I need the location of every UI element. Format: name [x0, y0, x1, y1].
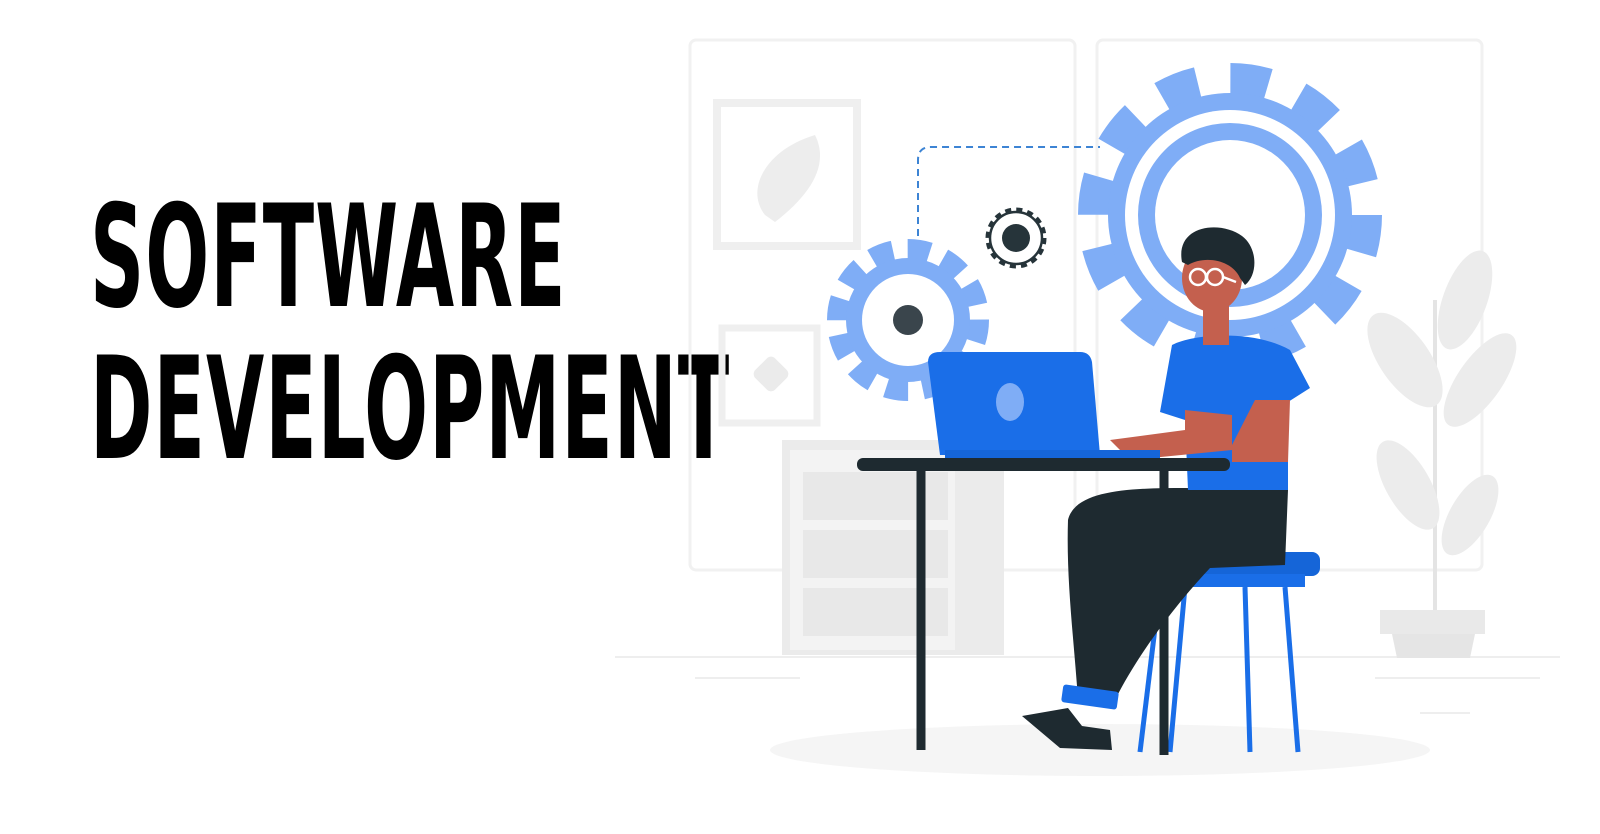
developer-illustration: [615, 38, 1560, 776]
picture-frame-icon: [718, 324, 821, 427]
plant-icon: [1367, 250, 1517, 658]
drawer-cabinet: [782, 440, 1004, 655]
desk-top: [857, 458, 1230, 471]
gear-icon: [1078, 63, 1382, 367]
picture-frame-icon: [713, 99, 861, 250]
gear-icon: [985, 207, 1047, 269]
